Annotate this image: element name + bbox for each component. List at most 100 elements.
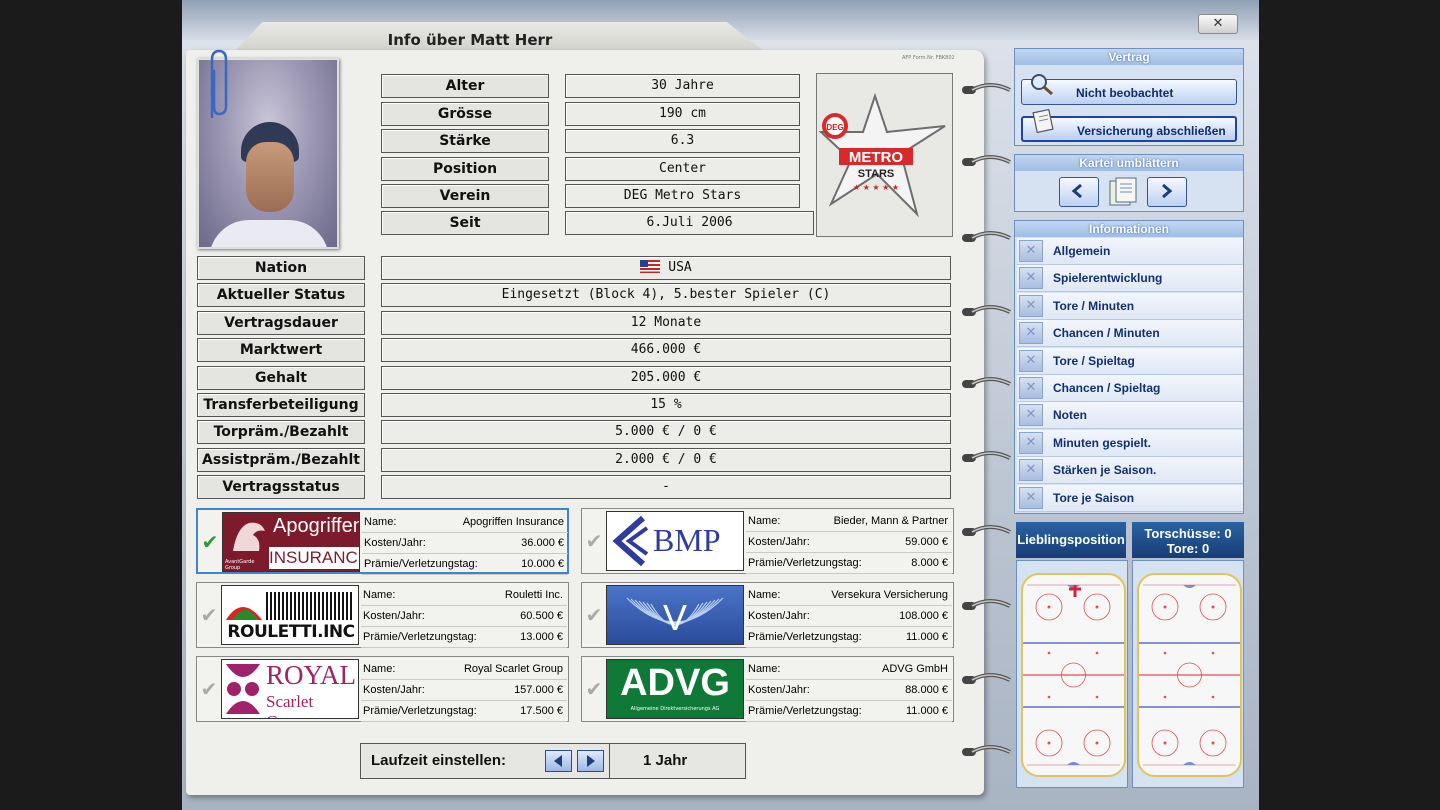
lieblingsposition-title: Lieblingsposition [1016,522,1126,558]
insurance-value: Bieder, Mann & Partner [833,515,948,527]
field-label: Verein [381,184,549,208]
close-button[interactable]: ✕ [1198,14,1238,34]
insurance-value: 59.000 € [905,536,948,548]
versicherung-abschliessen-button[interactable]: Versicherung abschließen [1021,108,1237,142]
checkmark-icon-inactive[interactable]: ✔ [584,585,604,645]
field-label: Aktueller Status [197,283,365,307]
field-label: Assistpräm./Bezahlt [197,448,365,472]
lieblingsposition-rink-panel [1016,560,1128,788]
info-item-label: Minuten gespielt. [1053,435,1152,450]
info-item-label: Tore / Minuten [1053,298,1135,313]
spiral-ring [962,673,1011,684]
laufzeit-prev-button[interactable] [545,750,572,772]
insurance-cost-row: Kosten/Jahr: 88.000 € [746,680,952,701]
laufzeit-next-button[interactable] [577,750,604,772]
insurance-premium-row: Prämie/Verletzungstag: 8.000 € [746,553,952,574]
insurance-key: Prämie/Verletzungstag: [364,558,478,570]
info-item[interactable]: ✕ Tore / Spieltag [1017,347,1243,375]
checkmark-icon-inactive[interactable]: ✔ [199,659,219,719]
svg-text:V: V [663,597,687,638]
insurance-cost-row: Kosten/Jahr: 60.500 € [361,606,567,627]
info-item-icon: ✕ [1019,404,1043,427]
insurance-card[interactable]: ✔ BMP Name: Bieder, Mann & Partner Kosten/Ja… [581,508,954,574]
info-item[interactable]: ✕ Noten [1017,402,1243,430]
kartei-prev-button[interactable] [1059,177,1099,207]
checkmark-icon[interactable]: ✔ [200,512,220,572]
insurance-logo: ROYALScarlet Group [221,659,359,719]
info-item[interactable]: ✕ Minuten gespielt. [1017,429,1243,457]
insurance-key: Kosten/Jahr: [364,537,426,549]
insurance-key: Kosten/Jahr: [363,684,425,696]
insurance-value: Rouletti Inc. [504,589,563,601]
insurance-value: ADVG GmbH [881,663,948,675]
insurance-key: Prämie/Verletzungstag: [748,631,862,643]
insurance-logo: ADVG Allgemeine Direktversicherungs AG [606,659,744,719]
info-item-label: Chancen / Spieltag [1053,381,1161,395]
field-value: Center [565,157,800,181]
spiral-ring [962,305,1011,316]
insurance-card[interactable]: ✔ROYALScarlet Group Name: Royal Scarlet Gr… [196,656,569,722]
club-logo-top: DEG [826,123,843,132]
torschuesse-rink-panel [1132,560,1244,788]
info-item[interactable]: ✕ Tore / Minuten [1017,292,1243,320]
insurance-card[interactable]: ✔ ROULETTI.INC Name: Rouletti Inc. Kosten/Ja… [196,582,569,648]
insurance-value: 36.000 € [521,537,564,549]
info-item-label: Chancen / Minuten [1053,326,1160,341]
insurance-logo: V [606,585,744,645]
spiral-ring [962,377,1011,388]
insurance-card[interactable]: ✔ Apogriffen INSURANCE AvantGarde Group Name… [196,508,569,575]
insurance-key: Prämie/Verletzungstag: [363,631,477,643]
info-item-label: Spielerentwicklung [1053,271,1163,286]
info-item[interactable]: ✕ Stärken je Saison. [1017,457,1243,485]
insurance-key: Prämie/Verletzungstag: [363,705,477,717]
kartei-next-button[interactable] [1147,177,1187,207]
checkmark-icon-inactive[interactable]: ✔ [199,585,219,645]
checkmark-icon-inactive[interactable]: ✔ [584,659,604,719]
torschuesse-header: Torschüsse: 0 Tore: 0 [1132,522,1244,558]
nicht-beobachtet-button[interactable]: Nicht beobachtet [1021,74,1237,105]
insurance-value: 108.000 € [899,610,948,622]
insurance-premium-row: Prämie/Verletzungstag: 17.500 € [361,701,567,722]
insurance-value: Royal Scarlet Group [463,663,563,675]
field-label: Stärke [381,129,549,153]
insurance-key: Name: [748,515,781,527]
insurance-premium-row: Prämie/Verletzungstag: 13.000 € [361,627,567,648]
laufzeit-label: Laufzeit einstellen: [371,752,507,769]
insurance-key: Kosten/Jahr: [748,684,810,696]
insurance-logo: ROULETTI.INC [221,585,359,645]
info-item[interactable]: ✕ Chancen / Spieltag [1017,375,1243,402]
spiral-ring [962,155,1011,166]
info-item[interactable]: ✕ Allgemein [1017,238,1243,265]
insurance-logo: Apogriffen INSURANCE AvantGarde Group [222,512,360,572]
info-item-icon: ✕ [1019,486,1043,509]
insurance-key: Kosten/Jahr: [748,536,810,548]
insurance-card[interactable]: ✔ V Name: Versekura Versicherung Kosten/Jahr… [581,582,954,648]
insurance-premium-row: Prämie/Verletzungstag: 11.000 € [746,701,952,722]
spiral-ring [962,525,1011,536]
info-item[interactable]: ✕ Spielerentwicklung [1017,265,1243,293]
insurance-name-row: Name: Royal Scarlet Group [361,659,567,680]
document-icon [1032,108,1054,134]
field-value: 12 Monate [381,311,951,335]
insurance-cost-row: Kosten/Jahr: 157.000 € [361,680,567,701]
vertrag-title: Vertrag [1015,49,1243,65]
insurance-key: Kosten/Jahr: [748,610,810,622]
insurance-value: 17.500 € [520,705,563,717]
insurance-card[interactable]: ✔ ADVG Allgemeine Direktversicherungs AG Na… [581,656,954,722]
checkmark-icon-inactive[interactable]: ✔ [584,511,604,571]
info-item-label: Noten [1053,408,1087,423]
info-item-label: Allgemein [1053,244,1111,258]
field-label: Nation [197,256,365,280]
game-window: ✕ Info über Matt Herr AFP Form.Nr. FBK80… [182,0,1259,810]
club-logo-sub: STARS [858,168,894,180]
insurance-name-row: Name: Versekura Versicherung [746,585,952,606]
insurance-cost-row: Kosten/Jahr: 59.000 € [746,532,952,553]
info-item[interactable]: ✕ Chancen / Minuten [1017,320,1243,348]
insurance-value: Apogriffen Insurance [462,516,564,528]
field-value: 6.3 [565,129,800,153]
insurance-key: Kosten/Jahr: [363,610,425,622]
field-value: Eingesetzt (Block 4), 5.bester Spieler (… [381,283,951,307]
field-label: Transferbeteiligung [197,393,365,417]
field-value: 5.000 € / 0 € [381,420,951,444]
info-item[interactable]: ✕ Tore je Saison [1017,484,1243,512]
